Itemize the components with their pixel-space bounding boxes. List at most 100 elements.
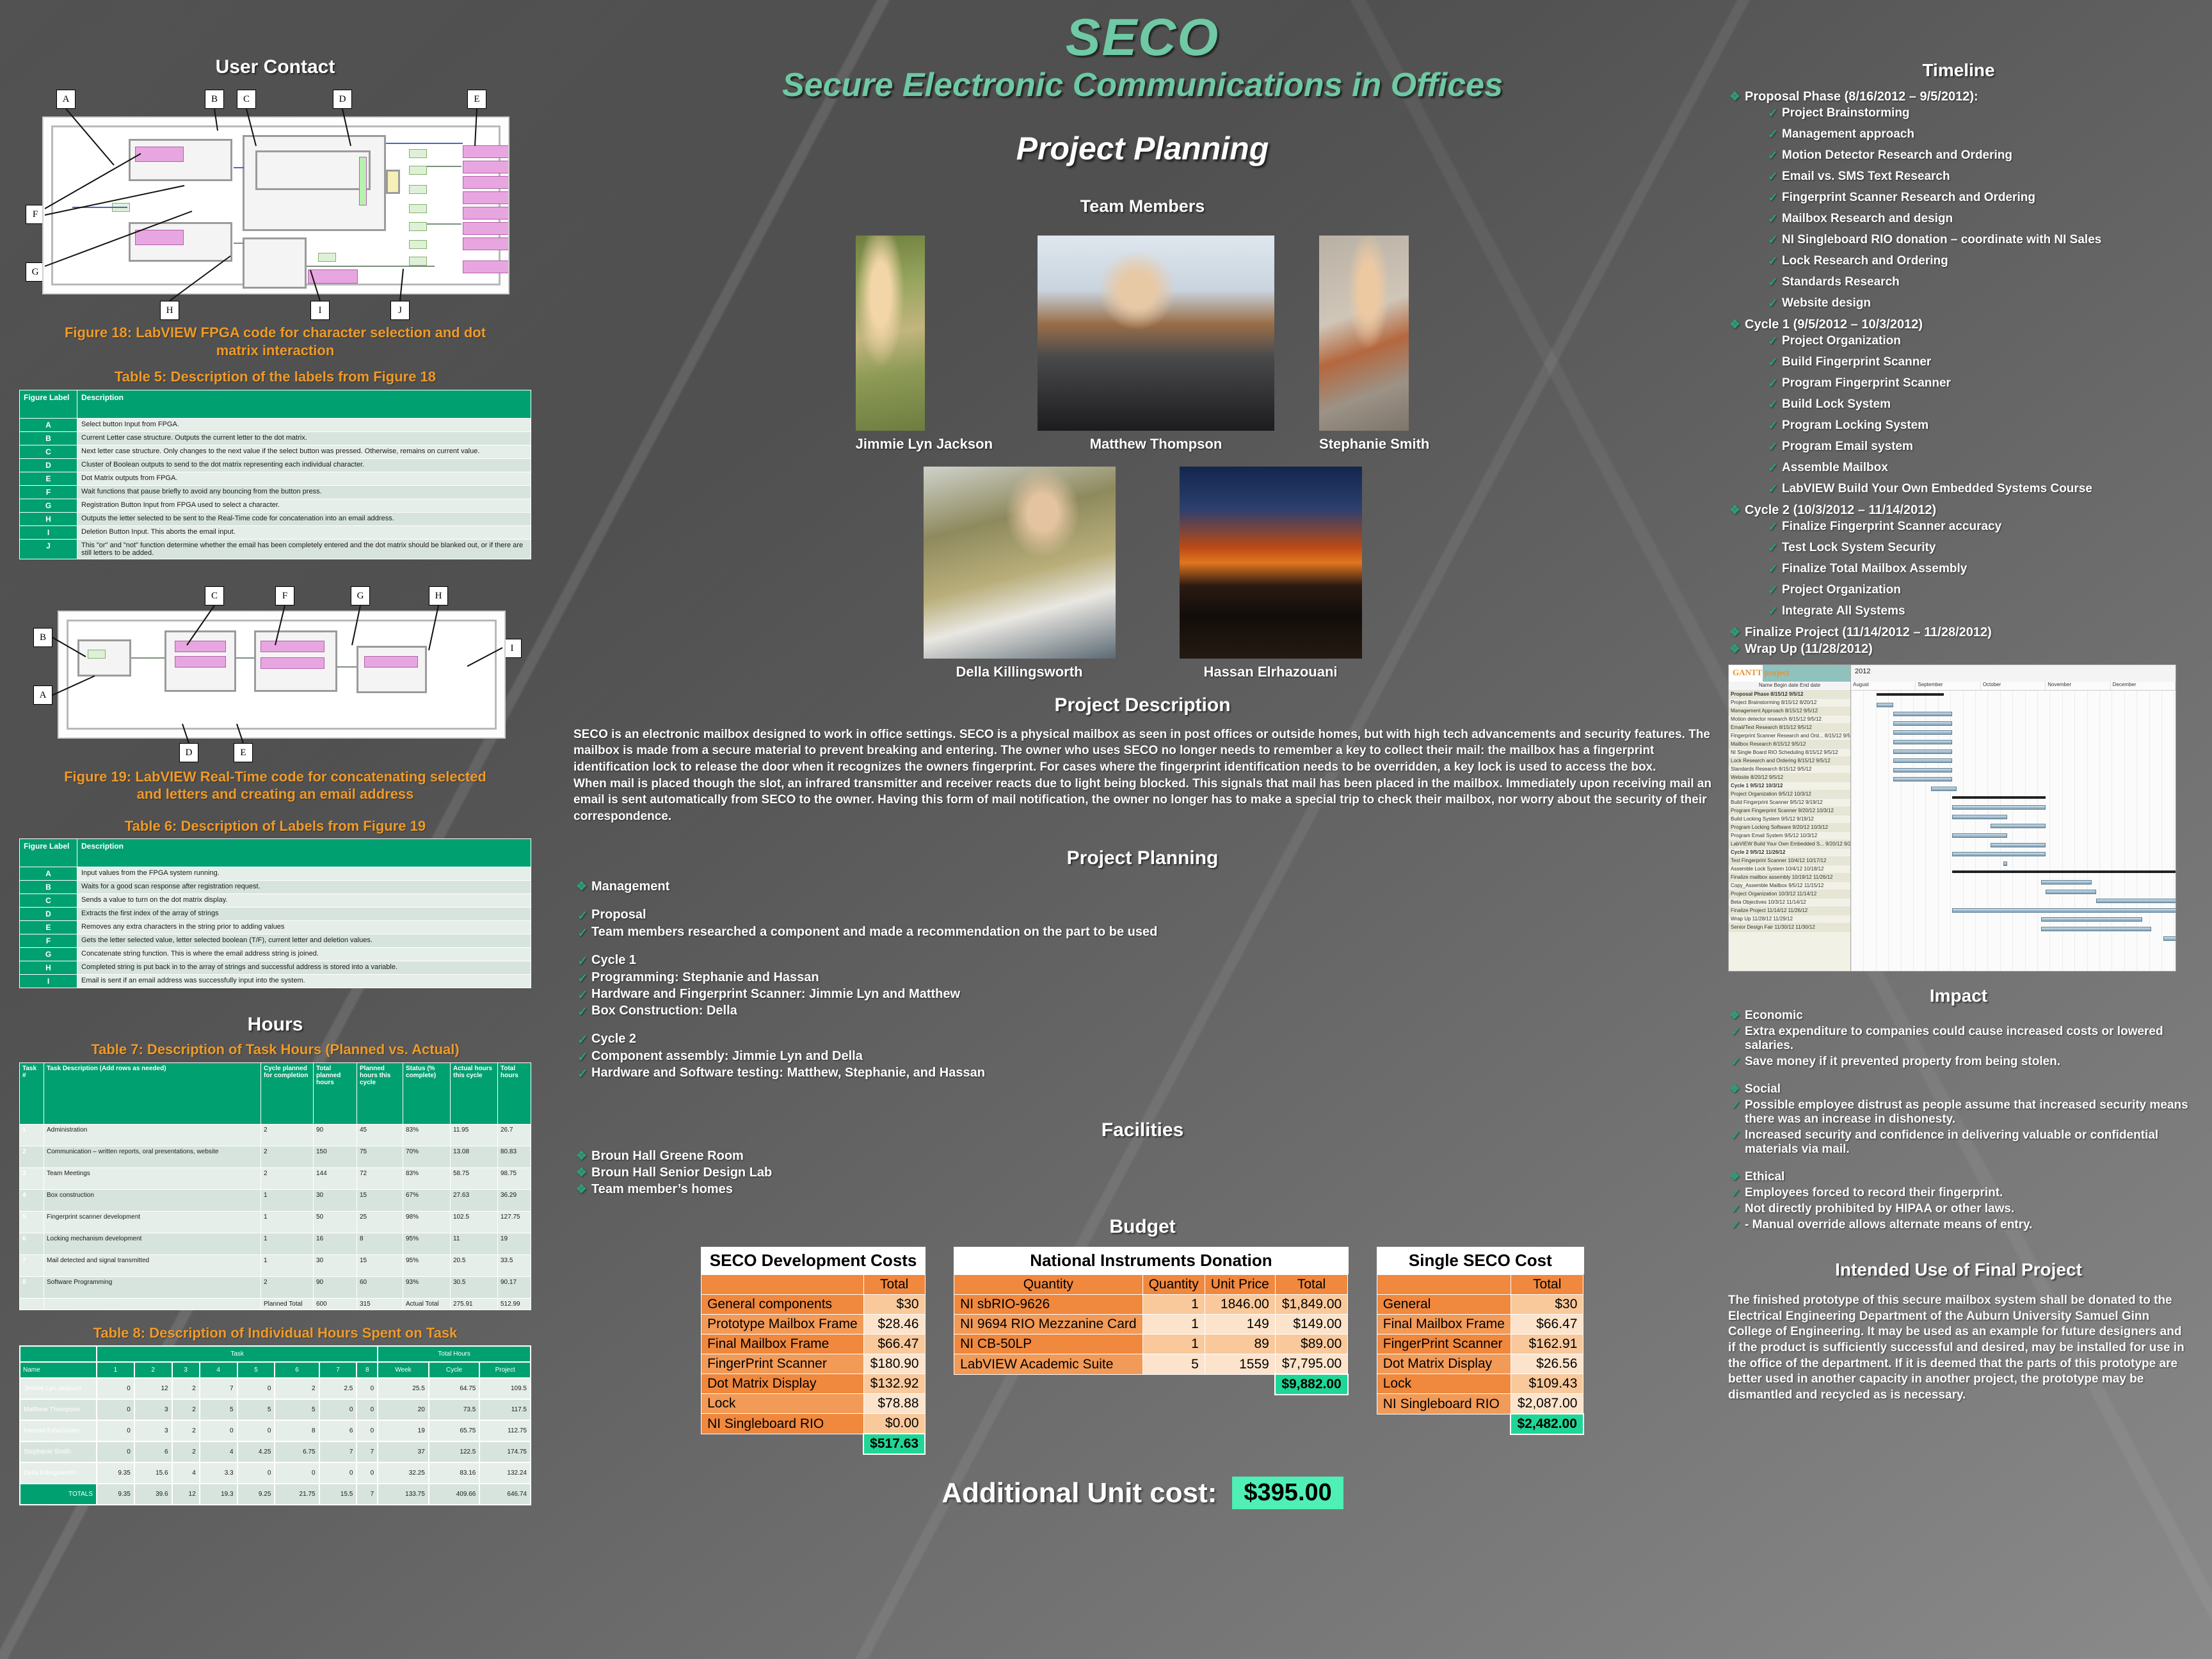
team-member-photo [855, 235, 925, 431]
table8-group-task: Task [95, 1345, 379, 1363]
additional-unit-cost-value: $395.00 [1232, 1477, 1343, 1510]
table6-row: A Input values from the FPGA system runni… [19, 867, 531, 881]
table7-cell: 58.75 [450, 1167, 498, 1190]
gantt-task-row: Project Brainstorming 8/15/12 8/20/12 [1729, 699, 1850, 707]
table7-total-cell: Actual Total [403, 1297, 451, 1310]
budget-row-item: FingerPrint Scanner $180.90 [701, 1354, 926, 1375]
table7-cell: 2 [19, 1145, 44, 1168]
budget-total-blank [701, 1434, 864, 1454]
budget-title: Budget [1109, 1216, 1176, 1238]
budget-row-item: Final Mailbox Frame $66.47 [701, 1334, 926, 1355]
budget-total-value: $2,482.00 [1510, 1413, 1584, 1436]
impact-spacer [1728, 1234, 2189, 1246]
table8-cell: 0 [96, 1377, 135, 1400]
table7-col-2: Cycle planned for completion [260, 1062, 314, 1125]
team-member-name: Jimmie Lyn Jackson [855, 435, 993, 452]
timeline-phase-label: Cycle 2 (10/3/2012 – 11/14/2012) [1728, 503, 2189, 518]
gantt-bars [1851, 691, 2176, 971]
budget-row-item: NI Singleboard RIO $2,087.00 [1376, 1393, 1584, 1415]
table8-cell: 0 [318, 1462, 358, 1484]
project-planning-item: Hardware and Software testing: Matthew, … [575, 1066, 1722, 1082]
table8-col-2: 2 [133, 1361, 173, 1379]
budget-col-1: Quantity [1142, 1274, 1205, 1295]
budget-cell: FingerPrint Scanner [701, 1354, 864, 1375]
table8-cell: 9.35 [96, 1462, 135, 1484]
budget-cell: $30 [1510, 1294, 1584, 1315]
table6-col-0: Figure Label [19, 838, 77, 867]
table7-col-7: Total hours [497, 1062, 531, 1125]
table8-cell: 21.75 [274, 1483, 320, 1505]
team-member-name: Hassan Elrhazouani [1203, 663, 1338, 680]
timeline-task: Finalize Fingerprint Scanner accuracy [1765, 520, 2189, 534]
team-member-card: Matthew Thompson [1038, 235, 1275, 453]
table7-row: 4 Box construction 1 30 15 67% 27.63 36.29 [19, 1189, 531, 1212]
timeline-list: Proposal Phase (8/16/2012 – 9/5/2012): Pr… [1728, 90, 2189, 657]
gantt-task-bar [2163, 936, 2176, 941]
table5-row-description: Current Letter case structure. Outputs t… [77, 431, 531, 445]
table8-cell: Stephanie Smith [19, 1441, 97, 1463]
figure-label-b-tag: B [205, 90, 224, 109]
gantt-summary-bar [1876, 693, 1944, 696]
table7-cell: 45 [357, 1123, 403, 1146]
table8-row: Matthew Thompson 0 3 2 5 5 5 0 0 20 73.5 117.5 [19, 1399, 531, 1421]
gantt-summary-bar [1952, 870, 2176, 874]
gantt-gridline [1851, 691, 1852, 971]
impact-group: Social [1728, 1082, 2189, 1096]
budget-row-item: Lock $109.43 [1376, 1374, 1584, 1395]
budget-row-item: Dot Matrix Display $26.56 [1376, 1354, 1584, 1375]
table8-row: Della Killingsworth 9.35 15.6 4 3.3 0 0 0 0 32.25… [19, 1462, 531, 1484]
table7-cell: 33.5 [497, 1254, 531, 1277]
figure18-caption: Figure 18: LabVIEW FPGA code for charact… [64, 325, 486, 358]
table8-cell: 7 [318, 1441, 358, 1463]
table7-cell: 15 [357, 1189, 403, 1212]
gantt-month-headers: August September October November December [1851, 682, 2176, 691]
table8-cell: 15.5 [318, 1483, 358, 1505]
table8-cell: 0 [356, 1420, 379, 1442]
gantt-task-row: Motion detector research 8/15/12 9/5/12 [1729, 716, 1850, 724]
gantt-month: December [2111, 682, 2176, 690]
table7-cell: 83% [403, 1123, 451, 1146]
budget-cell: Prototype Mailbox Frame [701, 1314, 864, 1335]
table5-row: D Cluster of Boolean outputs to send to t… [19, 458, 531, 472]
table7-cell: 83% [403, 1167, 451, 1190]
table8-cell: 0 [356, 1399, 379, 1421]
table7-cell: 70% [403, 1145, 451, 1168]
table7-cell: 5 [19, 1210, 44, 1233]
poster-title: SECO [1065, 8, 1220, 67]
budget-cell: 1 [1142, 1334, 1205, 1355]
budget-cell: 149 [1204, 1314, 1276, 1335]
budget-cell: NI Singleboard RIO [701, 1413, 864, 1434]
figure19-label-d-tag: D [179, 742, 198, 762]
table8-cell: 2 [274, 1377, 320, 1400]
hours-title: Hours [247, 1014, 303, 1035]
team-member-photo [923, 466, 1116, 659]
table6-row-label: I [19, 974, 77, 988]
budget-cell: Final Mailbox Frame [1376, 1314, 1511, 1335]
table7-cell: 8 [19, 1276, 44, 1299]
table5-row-description: This "or" and "not" function determine w… [77, 538, 531, 559]
timeline-task: Email vs. SMS Text Research [1765, 170, 2189, 184]
table7-cell: 127.75 [497, 1210, 531, 1233]
impact-item: Increased security and confidence in del… [1728, 1128, 2189, 1157]
table8-cell: 7 [356, 1441, 379, 1463]
table8-row: Hassan Erhazouani 0 3 2 0 0 8 6 0 19 65.75 112.75 [19, 1420, 531, 1442]
budget-table: National Instruments Donation Quantity Qua… [954, 1247, 1349, 1396]
budget-cell: $78.88 [863, 1393, 926, 1415]
timeline-phase-label: Cycle 1 (9/5/2012 – 10/3/2012) [1728, 317, 2189, 332]
budget-cell: $149.00 [1274, 1314, 1349, 1335]
team-member-card: Hassan Elrhazouani [1179, 466, 1362, 680]
gantt-task-bar [1952, 833, 2008, 838]
table7-cell: 4 [19, 1189, 44, 1212]
table6-row-label: G [19, 947, 77, 961]
budget-col-1: Total [863, 1274, 926, 1295]
budget-table-body: General components $30 Prototype Mailbox F… [701, 1294, 926, 1455]
impact-item: - Manual override allows alternate means… [1728, 1218, 2189, 1233]
gantt-task-bar [1952, 908, 2176, 913]
timeline-task: LabVIEW Build Your Own Embedded Systems … [1765, 482, 2189, 497]
gantt-task-row: Finalize Project 11/14/12 11/26/12 [1729, 907, 1850, 915]
timeline-task: NI Singleboard RIO donation – coordinate… [1765, 233, 2189, 248]
right-column: Timeline Proposal Phase (8/16/2012 – 9/5… [1728, 0, 2189, 1404]
gantt-task-bar [1952, 805, 2046, 810]
table5-row: C Next letter case structure. Only change… [19, 444, 531, 459]
table7-cell: Communication – written reports, oral pr… [44, 1145, 261, 1168]
